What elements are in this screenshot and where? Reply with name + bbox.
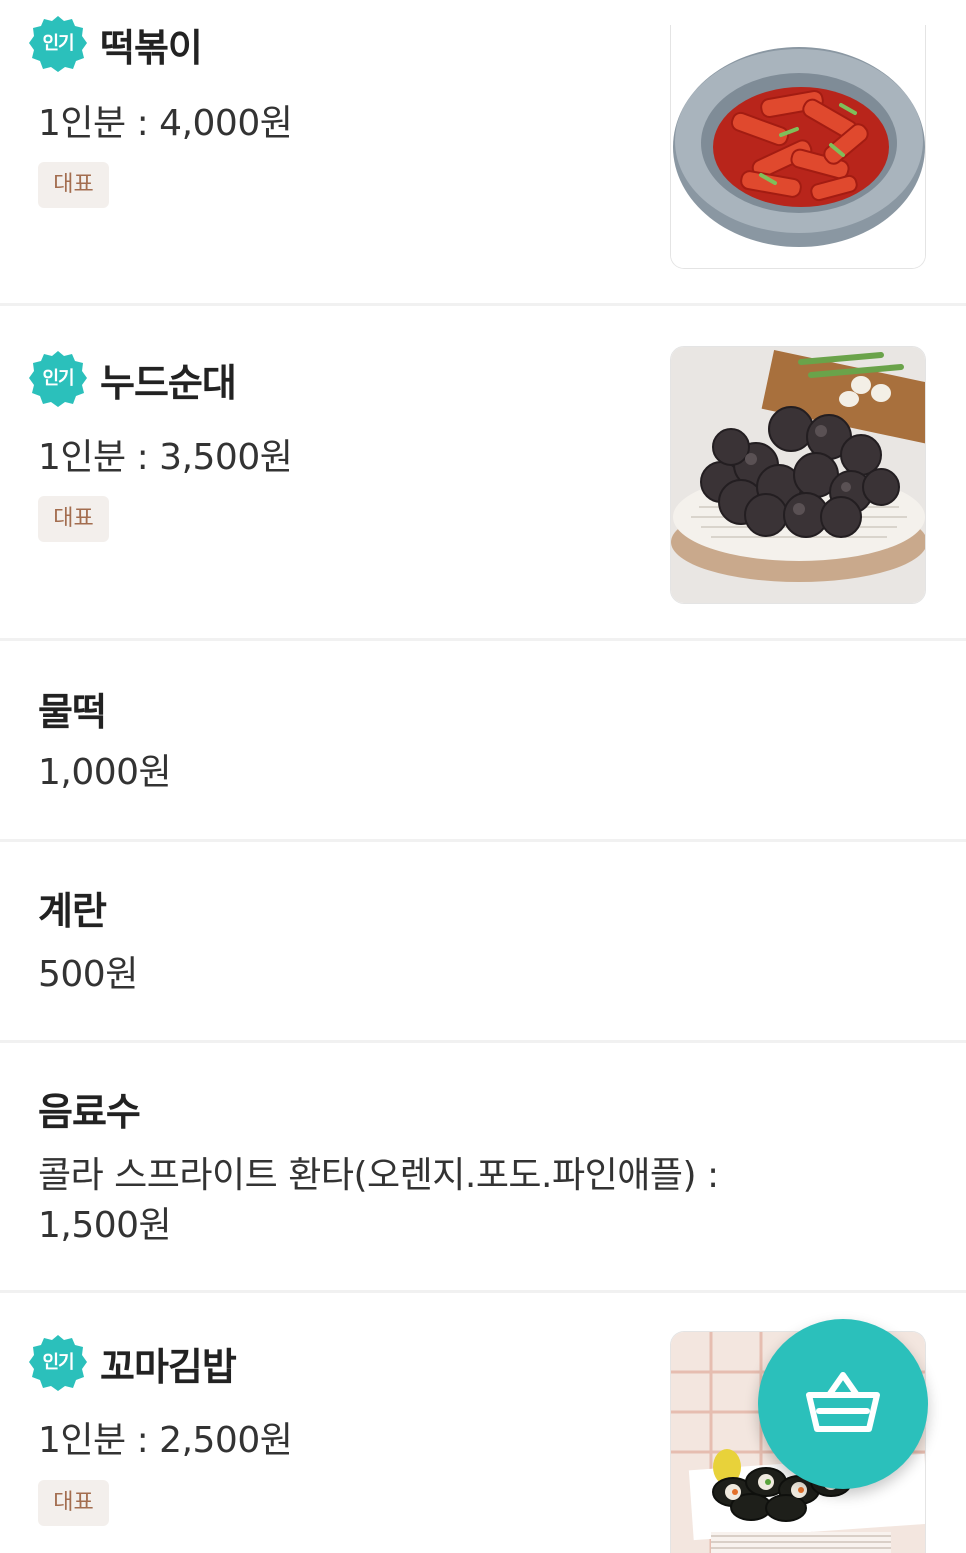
menu-item-muldduk[interactable]: 물떡 1,000원 (0, 641, 966, 842)
signature-tag: 대표 (38, 162, 109, 208)
menu-item-name: 음료수 (38, 1090, 141, 1134)
tteokbokki-photo[interactable] (670, 25, 926, 269)
menu-item-drinks[interactable]: 음료수 콜라 스프라이트 환타(오렌지.포도.파인애플) : 1,500원 (0, 1043, 966, 1293)
badge-label: 인기 (42, 368, 74, 389)
menu-item-name: 떡볶이 (100, 25, 203, 70)
menu-item-title: 인기 떡볶이 (28, 14, 203, 74)
menu-item-price: 1인분 : 2,500원 (38, 1420, 293, 1461)
menu-item-name: 누드순대 (100, 360, 237, 405)
menu-item-sundae[interactable]: 인기 누드순대 1인분 : 3,500원 대표 (0, 306, 966, 641)
menu-item-price: 1,000원 (38, 752, 172, 793)
menu-item-egg[interactable]: 계란 500원 (0, 842, 966, 1043)
signature-tag: 대표 (38, 1480, 109, 1526)
menu-item-name: 물떡 (38, 690, 107, 734)
cart-button[interactable] (758, 1319, 928, 1489)
menu-item-name: 꼬마김밥 (100, 1344, 237, 1389)
popular-badge: 인기 (28, 349, 88, 409)
menu-item-title: 인기 꼬마김밥 (28, 1333, 237, 1393)
price-line-2: 1,500원 (38, 1205, 172, 1246)
menu-item-tteokbokki[interactable]: 인기 떡볶이 1인분 : 4,000원 대표 (0, 0, 966, 306)
badge-label: 인기 (42, 33, 74, 54)
menu-item-price: 500원 (38, 954, 138, 995)
popular-badge: 인기 (28, 14, 88, 74)
popular-badge: 인기 (28, 1333, 88, 1393)
menu-item-title: 인기 누드순대 (28, 349, 237, 409)
sundae-photo[interactable] (670, 346, 926, 604)
menu-item-price: 1인분 : 4,000원 (38, 103, 293, 144)
menu-item-name: 계란 (38, 889, 107, 933)
menu-item-price: 콜라 스프라이트 환타(오렌지.포도.파인애플) : 1,500원 (38, 1151, 798, 1251)
shopping-basket-icon (806, 1372, 880, 1432)
menu-list: 인기 떡볶이 1인분 : 4,000원 대표 인기 누드순대 1인분: 3,5… (0, 0, 966, 1553)
badge-label: 인기 (42, 1352, 74, 1373)
signature-tag: 대표 (38, 496, 109, 542)
menu-item-price: 1인분 : 3,500원 (38, 437, 293, 478)
price-line-1: 콜라 스프라이트 환타(오렌지.포도.파인애플) : (38, 1155, 719, 1196)
